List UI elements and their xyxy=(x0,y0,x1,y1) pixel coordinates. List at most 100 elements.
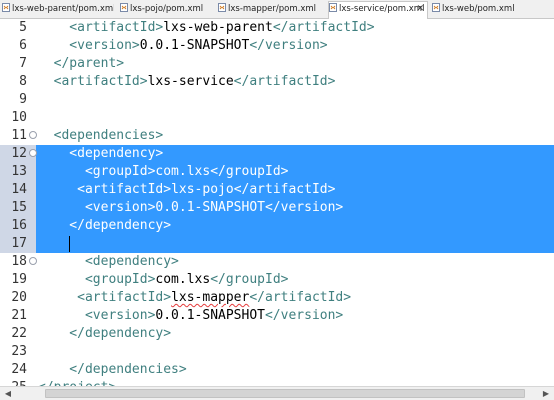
code-line[interactable]: 22 </dependency> xyxy=(0,325,554,343)
xml-tag: <version> xyxy=(38,200,156,215)
code-line[interactable]: 25 </project> xyxy=(0,379,554,386)
code-line[interactable]: 21 <version>0.0.1-SNAPSHOT</version> xyxy=(0,307,554,325)
editor-tab[interactable]: lxs-pojo/pom.xml xyxy=(120,2,214,18)
tab-label: lxs-mapper/pom.xml xyxy=(228,4,317,14)
code-line[interactable]: 9 xyxy=(0,91,554,109)
xml-value: lxs-service xyxy=(147,74,234,89)
line-number: 12 xyxy=(11,146,27,161)
xml-tag: <dependency> xyxy=(38,254,179,269)
code-line[interactable]: 20 <artifactId>lxs-mapper</artifactId> xyxy=(0,289,554,307)
line-number: 6 xyxy=(19,38,27,53)
line-number: 22 xyxy=(11,326,27,341)
text-caret xyxy=(69,236,70,252)
horizontal-scrollbar[interactable]: ◀ ▶ xyxy=(0,386,554,400)
code-text: <dependency> xyxy=(38,253,179,271)
code-line[interactable]: 6 <version>0.0.1-SNAPSHOT</version> xyxy=(0,37,554,55)
xml-tag: </groupId> xyxy=(210,164,289,179)
code-editor[interactable]: 5 <artifactId>lxs-web-parent</artifactId… xyxy=(0,19,554,386)
line-number: 23 xyxy=(11,344,27,359)
line-number: 24 xyxy=(11,362,27,377)
fold-marker-icon[interactable] xyxy=(29,131,37,139)
editor-tab[interactable]: lxs-mapper/pom.xml xyxy=(218,2,324,18)
xml-value: lxs-pojo xyxy=(171,182,234,197)
line-number: 5 xyxy=(19,20,27,35)
line-number: 7 xyxy=(19,56,27,71)
code-line[interactable]: 11 <dependencies> xyxy=(0,127,554,145)
editor-tab[interactable]: lxs-web-parent/pom.xml xyxy=(2,2,114,18)
code-line[interactable]: 24 </dependencies> xyxy=(0,361,554,379)
xml-tag: <groupId> xyxy=(38,164,156,179)
xml-tag: <groupId> xyxy=(38,272,156,287)
editor-tab-bar: lxs-web-parent/pom.xml lxs-pojo/pom.xml lx… xyxy=(0,0,554,19)
code-line[interactable]: 7 </parent> xyxy=(0,55,554,73)
xml-tag: </artifactId> xyxy=(249,290,352,305)
code-line[interactable]: 8 <artifactId>lxs-service</artifactId> xyxy=(0,73,554,91)
xml-tag: </groupId> xyxy=(210,272,289,287)
xml-tag: </artifactId> xyxy=(272,20,375,35)
code-line[interactable]: 17 xyxy=(0,235,554,253)
code-line[interactable]: 14 <artifactId>lxs-pojo</artifactId> xyxy=(0,181,554,199)
xml-file-icon xyxy=(218,3,226,12)
editor-tab[interactable]: lxs-service/pom.xml ✕ xyxy=(328,1,428,19)
scroll-right-arrow-icon[interactable]: ▶ xyxy=(540,389,552,399)
line-number: 21 xyxy=(11,308,27,323)
xml-value: lxs-mapper xyxy=(171,290,250,305)
code-line[interactable]: 18 <dependency> xyxy=(0,253,554,271)
code-text: </project> xyxy=(38,379,116,386)
xml-tag: <dependencies> xyxy=(38,128,164,143)
line-number: 16 xyxy=(11,218,27,233)
xml-tag: <dependency> xyxy=(38,146,164,161)
code-text: <groupId>com.lxs</groupId> xyxy=(38,271,289,289)
line-number: 14 xyxy=(11,182,27,197)
xml-file-icon xyxy=(432,3,440,12)
xml-tag: <artifactId> xyxy=(38,74,148,89)
line-number: 11 xyxy=(11,128,27,143)
tab-label: lxs-service/pom.xml xyxy=(339,4,425,14)
tab-label: lxs-pojo/pom.xml xyxy=(130,4,204,14)
code-line[interactable]: 12 <dependency> xyxy=(0,145,554,163)
fold-marker-icon[interactable] xyxy=(29,149,37,157)
xml-tag: </version> xyxy=(249,38,328,53)
line-number: 13 xyxy=(11,164,27,179)
code-line[interactable]: 13 <groupId>com.lxs</groupId> xyxy=(0,163,554,181)
code-text: <dependencies> xyxy=(38,127,164,145)
line-number: 8 xyxy=(19,74,27,89)
xml-tag: </version> xyxy=(264,308,344,323)
code-text: <artifactId>lxs-pojo</artifactId> xyxy=(38,181,335,199)
xml-value: com.lxs xyxy=(155,164,211,179)
code-text: </parent> xyxy=(38,55,124,73)
xml-tag: </version> xyxy=(264,200,344,215)
code-line[interactable]: 5 <artifactId>lxs-web-parent</artifactId… xyxy=(0,19,554,37)
code-text: </dependency> xyxy=(38,325,171,343)
scroll-left-arrow-icon[interactable]: ◀ xyxy=(2,389,14,399)
xml-tag: </dependency> xyxy=(38,326,172,341)
xml-tag: <artifactId> xyxy=(38,20,164,35)
xml-value: lxs-web-parent xyxy=(163,20,273,35)
line-number: 15 xyxy=(11,200,27,215)
code-line[interactable]: 16 </dependency> xyxy=(0,217,554,235)
editor-tab[interactable]: lxs-web/pom.xml xyxy=(432,2,524,18)
xml-file-icon xyxy=(329,3,337,12)
tab-label: lxs-web/pom.xml xyxy=(442,4,515,14)
line-number: 18 xyxy=(11,254,27,269)
code-line[interactable]: 10 xyxy=(0,109,554,127)
code-line[interactable]: 23 xyxy=(0,343,554,361)
line-number: 20 xyxy=(11,290,27,305)
code-line[interactable]: 15 <version>0.0.1-SNAPSHOT</version> xyxy=(0,199,554,217)
fold-marker-icon[interactable] xyxy=(29,257,37,265)
tab-close-icon[interactable]: ✕ xyxy=(416,2,424,17)
xml-tag: <artifactId> xyxy=(38,290,172,305)
selection-highlight xyxy=(36,235,554,253)
scrollbar-thumb[interactable] xyxy=(45,389,525,398)
xml-tag: </artifactId> xyxy=(233,182,336,197)
code-text: <artifactId>lxs-web-parent</artifactId> xyxy=(38,19,375,37)
xml-tag: </artifactId> xyxy=(233,74,336,89)
xml-tag: </dependency> xyxy=(38,218,172,233)
code-text: </dependencies> xyxy=(38,361,186,379)
line-number: 19 xyxy=(11,272,27,287)
xml-file-icon xyxy=(2,3,10,12)
code-text: <artifactId>lxs-mapper</artifactId> xyxy=(38,289,351,307)
code-text: <dependency> xyxy=(38,145,163,163)
xml-tag: </parent> xyxy=(38,56,125,71)
code-line[interactable]: 19 <groupId>com.lxs</groupId> xyxy=(0,271,554,289)
